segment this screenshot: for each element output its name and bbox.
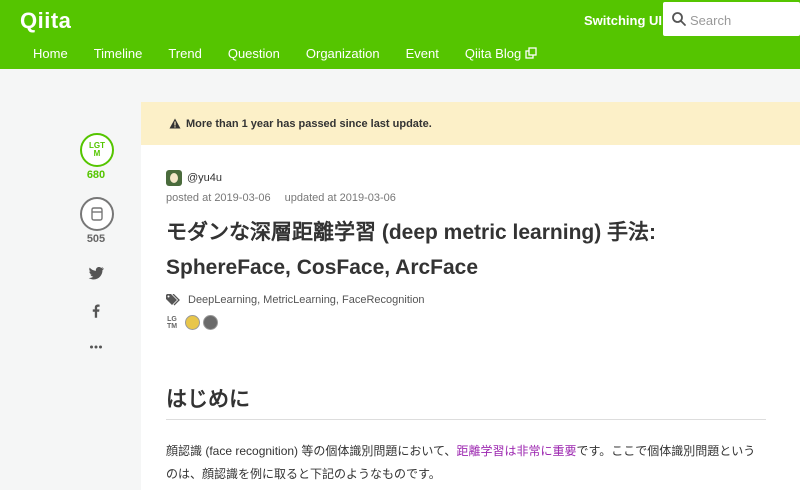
article-title: モダンな深層距離学習 (deep metric learning) 手法: Sp… bbox=[166, 221, 657, 279]
distance-learning-link[interactable]: 距離学習は非常に重要 bbox=[456, 444, 576, 458]
nav-trend[interactable]: Trend bbox=[168, 45, 201, 61]
search-box[interactable] bbox=[663, 2, 800, 36]
nav-timeline[interactable]: Timeline bbox=[94, 45, 143, 61]
para-text-1: 顔認識 (face recognition) 等の個体識別問題において、 bbox=[166, 444, 457, 458]
liker-avatar[interactable] bbox=[185, 315, 200, 330]
author-name[interactable]: @yu4u bbox=[187, 172, 222, 184]
section-heading: はじめに bbox=[166, 383, 766, 420]
top-header: Qiita Switching UI Home Timeline Trend Q… bbox=[0, 0, 800, 69]
more-icon[interactable] bbox=[87, 338, 105, 356]
tag-deeplearning[interactable]: DeepLearning, bbox=[188, 294, 260, 306]
main-nav: Home Timeline Trend Question Organizatio… bbox=[33, 45, 563, 61]
article-dates: posted at 2019-03-06 updated at 2019-03-0… bbox=[166, 192, 396, 204]
posted-date: posted at 2019-03-06 bbox=[166, 192, 271, 204]
notice-text: More than 1 year has passed since last u… bbox=[186, 117, 432, 130]
lgtm-users: LGTM bbox=[166, 315, 221, 330]
updated-date: updated at 2019-03-06 bbox=[284, 192, 396, 204]
nav-question[interactable]: Question bbox=[228, 45, 280, 61]
external-link-icon bbox=[525, 47, 537, 59]
qiita-logo[interactable]: Qiita bbox=[20, 8, 71, 34]
warning-icon bbox=[169, 118, 181, 129]
stock-icon bbox=[91, 207, 103, 221]
twitter-icon[interactable] bbox=[87, 264, 105, 282]
tag-facerecognition[interactable]: FaceRecognition bbox=[342, 294, 425, 306]
liker-avatar[interactable] bbox=[203, 315, 218, 330]
article-body: @yu4u posted at 2019-03-06 updated at 201… bbox=[141, 145, 800, 490]
lgtm-button[interactable]: LGTM bbox=[80, 133, 114, 167]
search-input[interactable] bbox=[688, 5, 800, 35]
tag-icon bbox=[166, 294, 180, 306]
switching-ui-link[interactable]: Switching UI bbox=[584, 13, 662, 28]
lgtm-count: 680 bbox=[86, 169, 106, 181]
nav-qiita-blog[interactable]: Qiita Blog bbox=[465, 45, 537, 61]
tag-list: DeepLearning, MetricLearning, FaceRecogn… bbox=[166, 294, 428, 306]
stock-count: 505 bbox=[86, 233, 106, 245]
nav-organization[interactable]: Organization bbox=[306, 45, 380, 61]
lgtm-label: LGTM bbox=[89, 141, 105, 158]
lgtm-small-label: LGTM bbox=[166, 315, 178, 330]
search-icon bbox=[672, 12, 686, 26]
intro-paragraph: 顔認識 (face recognition) 等の個体識別問題において、距離学習… bbox=[166, 440, 766, 486]
stock-button[interactable] bbox=[80, 197, 114, 231]
outdated-notice: More than 1 year has passed since last u… bbox=[141, 102, 800, 145]
nav-home[interactable]: Home bbox=[33, 45, 68, 61]
facebook-icon[interactable] bbox=[87, 302, 105, 320]
nav-event[interactable]: Event bbox=[406, 45, 439, 61]
avatar[interactable] bbox=[166, 170, 182, 186]
nav-qiita-blog-label: Qiita Blog bbox=[464, 45, 522, 61]
tag-metriclearning[interactable]: MetricLearning, bbox=[263, 294, 339, 306]
author-info[interactable]: @yu4u bbox=[166, 170, 222, 186]
